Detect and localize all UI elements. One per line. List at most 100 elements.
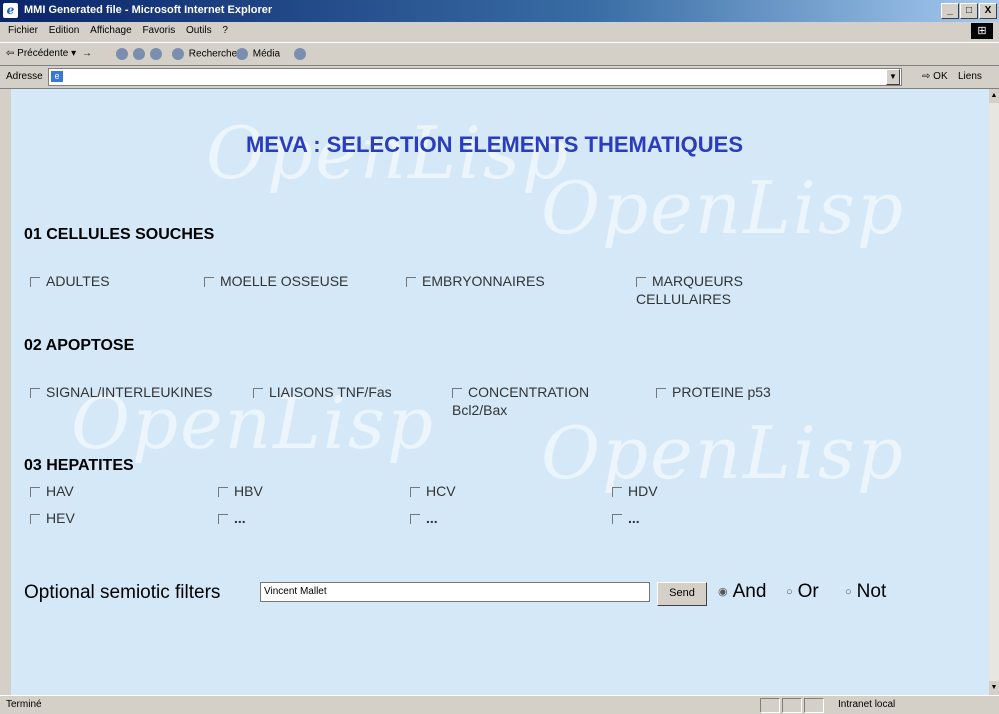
checkbox-marqueurs-cellulaires[interactable]: MARQUEURS CELLULAIRES [636, 272, 743, 308]
checkbox-label-line2: Bcl2/Bax [452, 402, 508, 418]
back-button[interactable]: ⇦ Précédente ▾ [6, 48, 76, 59]
checkbox-label: LIAISONS TNF/Fas [269, 384, 392, 400]
address-dropdown-button[interactable]: ▼ [886, 69, 900, 85]
checkbox-label: HBV [234, 483, 263, 499]
checkbox-icon[interactable] [218, 487, 228, 498]
radio-icon[interactable]: ○ [786, 586, 793, 598]
checkbox-icon[interactable] [30, 514, 40, 525]
links-button[interactable]: Liens [958, 71, 982, 82]
checkbox-label: CONCENTRATION [468, 384, 590, 400]
menu-help[interactable]: ? [222, 25, 228, 36]
checkbox-label: HCV [426, 483, 456, 499]
checkbox-label: ... [426, 510, 438, 526]
menu-affichage[interactable]: Affichage [90, 25, 132, 36]
back-label: Précédente [17, 48, 69, 59]
checkbox-more[interactable]: ... [218, 509, 246, 527]
checkbox-icon[interactable] [410, 514, 420, 525]
menu-fichier[interactable]: Fichier [8, 25, 38, 36]
status-text: Terminé [6, 699, 42, 710]
checkbox-icon[interactable] [218, 514, 228, 525]
stop-icon[interactable] [116, 48, 128, 60]
checkbox-icon[interactable] [253, 388, 263, 399]
search-label: Rechercher [188, 48, 241, 60]
address-label: Adresse [6, 71, 43, 82]
checkbox-icon[interactable] [612, 487, 622, 498]
section-title: 02 APOPTOSE [24, 337, 135, 354]
checkbox-concentration[interactable]: CONCENTRATION Bcl2/Bax [452, 383, 589, 419]
checkbox-icon[interactable] [612, 514, 622, 525]
vertical-scrollbar[interactable]: ▲ ▼ [989, 89, 999, 695]
page-title: MEVA : SELECTION ELEMENTS THEMATIQUES [245, 132, 744, 157]
search-button[interactable]: Rechercher [172, 48, 240, 60]
refresh-icon[interactable] [132, 48, 145, 60]
checkbox-moelle-osseuse[interactable]: MOELLE OSSEUSE [204, 272, 348, 290]
radio-label: Not [856, 581, 887, 602]
radio-label: Or [797, 581, 819, 602]
content-top [11, 89, 989, 111]
maximize-button[interactable]: □ [960, 3, 978, 19]
radio-icon[interactable]: ○ [845, 586, 852, 598]
status-cell [782, 698, 802, 713]
checkbox-more[interactable]: ... [410, 509, 438, 527]
send-button[interactable]: Send [657, 582, 707, 606]
history-button[interactable] [294, 48, 308, 60]
status-cell [760, 698, 780, 713]
checkbox-icon[interactable] [636, 277, 646, 288]
media-button[interactable]: Média [236, 48, 280, 60]
media-label: Média [252, 48, 281, 60]
checkbox-icon[interactable] [452, 388, 462, 399]
address-input[interactable]: e [48, 68, 902, 86]
security-zone: Intranet local [838, 699, 896, 710]
checkbox-icon[interactable] [406, 277, 416, 288]
checkbox-adultes[interactable]: ADULTES [30, 272, 110, 290]
checkbox-proteine-p53[interactable]: PROTEINE p53 [656, 383, 771, 401]
checkbox-embryonnaires[interactable]: EMBRYONNAIRES [406, 272, 545, 290]
statusbar: Terminé Intranet local [0, 695, 999, 714]
watermark: OpenLisp [541, 166, 905, 250]
checkbox-more[interactable]: ... [612, 509, 640, 527]
minimize-button[interactable]: _ [941, 3, 959, 19]
checkbox-hav[interactable]: HAV [30, 482, 74, 500]
checkbox-icon[interactable] [30, 277, 40, 288]
checkbox-icon[interactable] [30, 388, 40, 399]
watermark: OpenLisp [541, 411, 905, 495]
scroll-up-icon[interactable]: ▲ [989, 89, 999, 103]
forward-button[interactable]: → [82, 48, 92, 59]
checkbox-hbv[interactable]: HBV [218, 482, 263, 500]
menu-edition[interactable]: Edition [49, 25, 80, 36]
checkbox-hev[interactable]: HEV [30, 509, 75, 527]
checkbox-label: ... [234, 510, 246, 526]
filter-input[interactable]: Vincent Mallet [260, 582, 650, 602]
checkbox-label: SIGNAL/INTERLEUKINES [46, 384, 213, 400]
checkbox-icon[interactable] [656, 388, 666, 399]
checkbox-icon[interactable] [204, 277, 214, 288]
radio-and[interactable]: ◉ And [718, 581, 766, 603]
checkbox-label-line2: CELLULAIRES [636, 291, 731, 307]
checkbox-hcv[interactable]: HCV [410, 482, 456, 500]
go-label: OK [933, 71, 948, 82]
page-icon: e [51, 71, 63, 82]
go-button[interactable]: ⇨ OK [922, 71, 948, 82]
stop-refresh-home-icons[interactable] [116, 48, 164, 60]
status-cell [804, 698, 824, 713]
menu-outils[interactable]: Outils [186, 25, 212, 36]
checkbox-hdv[interactable]: HDV [612, 482, 658, 500]
menubar: Fichier Edition Affichage Favoris Outils… [0, 22, 999, 40]
scroll-down-icon[interactable]: ▼ [989, 681, 999, 695]
window-titlebar: e MMI Generated file - Microsoft Interne… [0, 0, 999, 22]
checkbox-label: EMBRYONNAIRES [422, 273, 545, 289]
history-icon [294, 48, 306, 60]
radio-not[interactable]: ○ Not [845, 581, 886, 603]
checkbox-icon[interactable] [30, 487, 40, 498]
home-icon[interactable] [149, 48, 162, 60]
radio-selected-icon[interactable]: ◉ [718, 585, 728, 598]
checkbox-liaisons-tnf[interactable]: LIAISONS TNF/Fas [253, 383, 392, 401]
menu-favoris[interactable]: Favoris [142, 25, 175, 36]
close-button[interactable]: X [979, 3, 997, 19]
radio-or[interactable]: ○ Or [786, 581, 819, 603]
checkbox-signal-interleukines[interactable]: SIGNAL/INTERLEUKINES [30, 383, 213, 401]
search-icon [172, 48, 184, 60]
checkbox-icon[interactable] [410, 487, 420, 498]
ie-icon: e [3, 3, 18, 18]
checkbox-label: MARQUEURS [652, 273, 744, 289]
